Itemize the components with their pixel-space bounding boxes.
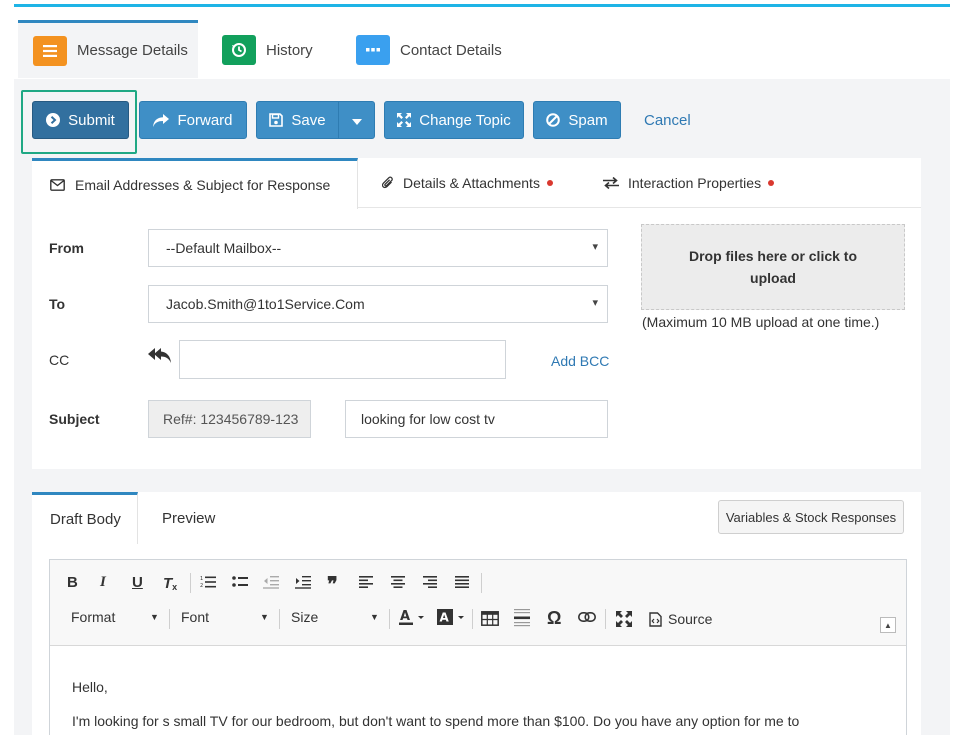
svg-text:1: 1 <box>200 576 203 582</box>
form-tab-bar: Email Addresses & Subject for Response D… <box>32 158 921 209</box>
variables-stock-responses-button[interactable]: Variables & Stock Responses <box>718 500 904 534</box>
list-icon <box>33 35 67 66</box>
editor-toolbar: B I U Tx 12 ❞ Format ▼ Font ▼ Size ▼ A A… <box>50 560 906 646</box>
special-character-icon[interactable]: Ω <box>547 608 561 629</box>
link-icon[interactable] <box>578 612 596 622</box>
source-button[interactable]: Source <box>649 611 712 627</box>
tab-label: Message Details <box>77 42 188 59</box>
subject-input[interactable]: looking for low cost tv <box>345 400 608 438</box>
format-dropdown[interactable]: Format ▼ <box>71 609 161 625</box>
ban-icon <box>546 113 561 127</box>
italic-icon[interactable]: I <box>100 574 106 591</box>
expand-icon <box>397 113 412 127</box>
caret-down-icon: ▼ <box>260 612 269 622</box>
submit-button[interactable]: Submit <box>32 101 129 139</box>
remove-format-icon[interactable]: Tx <box>163 574 177 593</box>
tab-email-addresses[interactable]: Email Addresses & Subject for Response <box>32 158 358 209</box>
change-topic-button[interactable]: Change Topic <box>384 101 524 139</box>
from-select[interactable]: --Default Mailbox-- <box>148 229 608 267</box>
size-dropdown[interactable]: Size ▼ <box>291 609 381 625</box>
align-justify-icon[interactable] <box>455 576 469 588</box>
dots-icon <box>356 35 390 65</box>
tab-draft-body[interactable]: Draft Body <box>32 492 138 544</box>
tab-history[interactable]: History <box>222 21 313 79</box>
blockquote-icon[interactable]: ❞ <box>327 572 338 597</box>
share-icon <box>153 113 170 127</box>
editor-content[interactable]: Hello, I'm looking for s small TV for ou… <box>72 670 902 735</box>
to-select[interactable]: Jacob.Smith@1to1Service.Com <box>148 285 608 323</box>
horizontal-line-icon[interactable] <box>514 609 530 627</box>
tab-message-details[interactable]: Message Details <box>18 20 198 78</box>
caret-down-icon <box>351 112 362 129</box>
alert-dot <box>546 180 553 186</box>
tab-contact-details[interactable]: Contact Details <box>356 21 502 79</box>
forward-button[interactable]: Forward <box>139 101 247 139</box>
history-icon <box>222 35 256 65</box>
maximize-icon[interactable] <box>616 611 632 627</box>
bulleted-list-icon[interactable] <box>232 575 248 589</box>
svg-text:A: A <box>400 609 410 624</box>
align-left-icon[interactable] <box>359 576 373 588</box>
response-form-panel: Email Addresses & Subject for Response D… <box>32 158 921 469</box>
cc-input[interactable] <box>179 340 506 379</box>
collapse-toolbar-icon[interactable]: ▲ <box>880 617 896 633</box>
reply-all-icon[interactable] <box>148 346 172 371</box>
tab-details-attachments[interactable]: Details & Attachments <box>382 158 553 208</box>
save-options-dropdown[interactable] <box>338 101 375 139</box>
file-dropzone[interactable]: Drop files here or click to upload <box>641 224 905 310</box>
numbered-list-icon[interactable]: 12 <box>200 575 216 589</box>
save-button[interactable]: Save <box>256 101 339 139</box>
add-bcc-link[interactable]: Add BCC <box>551 353 609 369</box>
background-color-icon[interactable]: A <box>437 609 465 625</box>
floppy-disk-icon <box>269 113 284 127</box>
cancel-link[interactable]: Cancel <box>644 112 691 129</box>
tab-interaction-properties[interactable]: Interaction Properties <box>603 158 775 208</box>
content-line: Hello, <box>72 679 108 695</box>
draft-body-panel: Draft Body Preview Variables & Stock Res… <box>32 492 921 735</box>
bold-icon[interactable]: B <box>67 574 78 591</box>
message-panel: Message Details History Contact Details … <box>14 4 950 735</box>
chevron-circle-right-icon <box>46 113 61 127</box>
alert-dot <box>768 180 775 186</box>
text-color-icon[interactable]: A <box>399 609 425 625</box>
align-right-icon[interactable] <box>423 576 437 588</box>
svg-text:2: 2 <box>200 583 203 589</box>
tab-preview[interactable]: Preview <box>162 492 215 544</box>
tab-label: Contact Details <box>400 41 502 59</box>
from-label: From <box>49 240 84 256</box>
font-dropdown[interactable]: Font ▼ <box>181 609 271 625</box>
to-label: To <box>49 296 66 312</box>
source-icon <box>649 611 662 627</box>
upload-limit-note: (Maximum 10 MB upload at one time.) <box>642 314 880 330</box>
tab-label: History <box>266 41 313 59</box>
content-line: I'm looking for s small TV for our bedro… <box>72 713 800 729</box>
top-tab-bar: Message Details History Contact Details <box>14 7 950 79</box>
table-icon[interactable] <box>481 611 499 626</box>
spam-button[interactable]: Spam <box>533 101 621 139</box>
decrease-indent-icon[interactable] <box>263 575 279 589</box>
svg-text:A: A <box>440 611 450 625</box>
subject-reference-field: Ref#: 123456789-123 <box>148 400 311 438</box>
subject-label: Subject <box>49 411 100 427</box>
align-center-icon[interactable] <box>391 576 405 588</box>
exchange-icon <box>603 177 619 189</box>
caret-down-icon: ▼ <box>370 612 379 622</box>
envelope-icon <box>50 179 65 191</box>
increase-indent-icon[interactable] <box>295 575 311 589</box>
underline-icon[interactable]: U <box>132 574 143 591</box>
rich-text-editor: B I U Tx 12 ❞ Format ▼ Font ▼ Size ▼ A A… <box>49 559 907 735</box>
cc-label: CC <box>49 352 70 368</box>
paperclip-icon <box>382 176 394 190</box>
caret-down-icon: ▼ <box>150 612 159 622</box>
